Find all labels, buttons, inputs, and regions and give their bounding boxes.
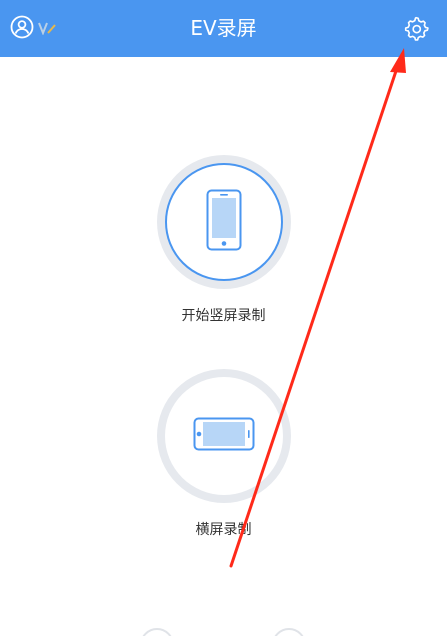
portrait-inner-circle <box>164 163 283 281</box>
landscape-record-label: 横屏录制 <box>195 522 252 538</box>
settings-button[interactable] <box>403 15 429 41</box>
app-screen: EV录屏 开始竖屏录制 横屏录制 <box>0 0 447 636</box>
bottom-button-right[interactable] <box>272 628 306 636</box>
portrait-record-label: 开始竖屏录制 <box>181 308 266 324</box>
landscape-ring <box>156 369 291 503</box>
landscape-phone-icon <box>193 417 255 455</box>
app-title: EV录屏 <box>190 16 257 40</box>
landscape-record-button[interactable]: 横屏录制 <box>0 369 447 539</box>
gear-icon <box>403 16 429 45</box>
portrait-record-button[interactable]: 开始竖屏录制 <box>0 155 447 325</box>
top-bar: EV录屏 <box>0 0 447 57</box>
landscape-inner-circle <box>164 377 283 495</box>
portrait-ring <box>156 155 291 289</box>
portrait-phone-icon <box>206 189 242 255</box>
bottom-button-left[interactable] <box>140 628 174 636</box>
